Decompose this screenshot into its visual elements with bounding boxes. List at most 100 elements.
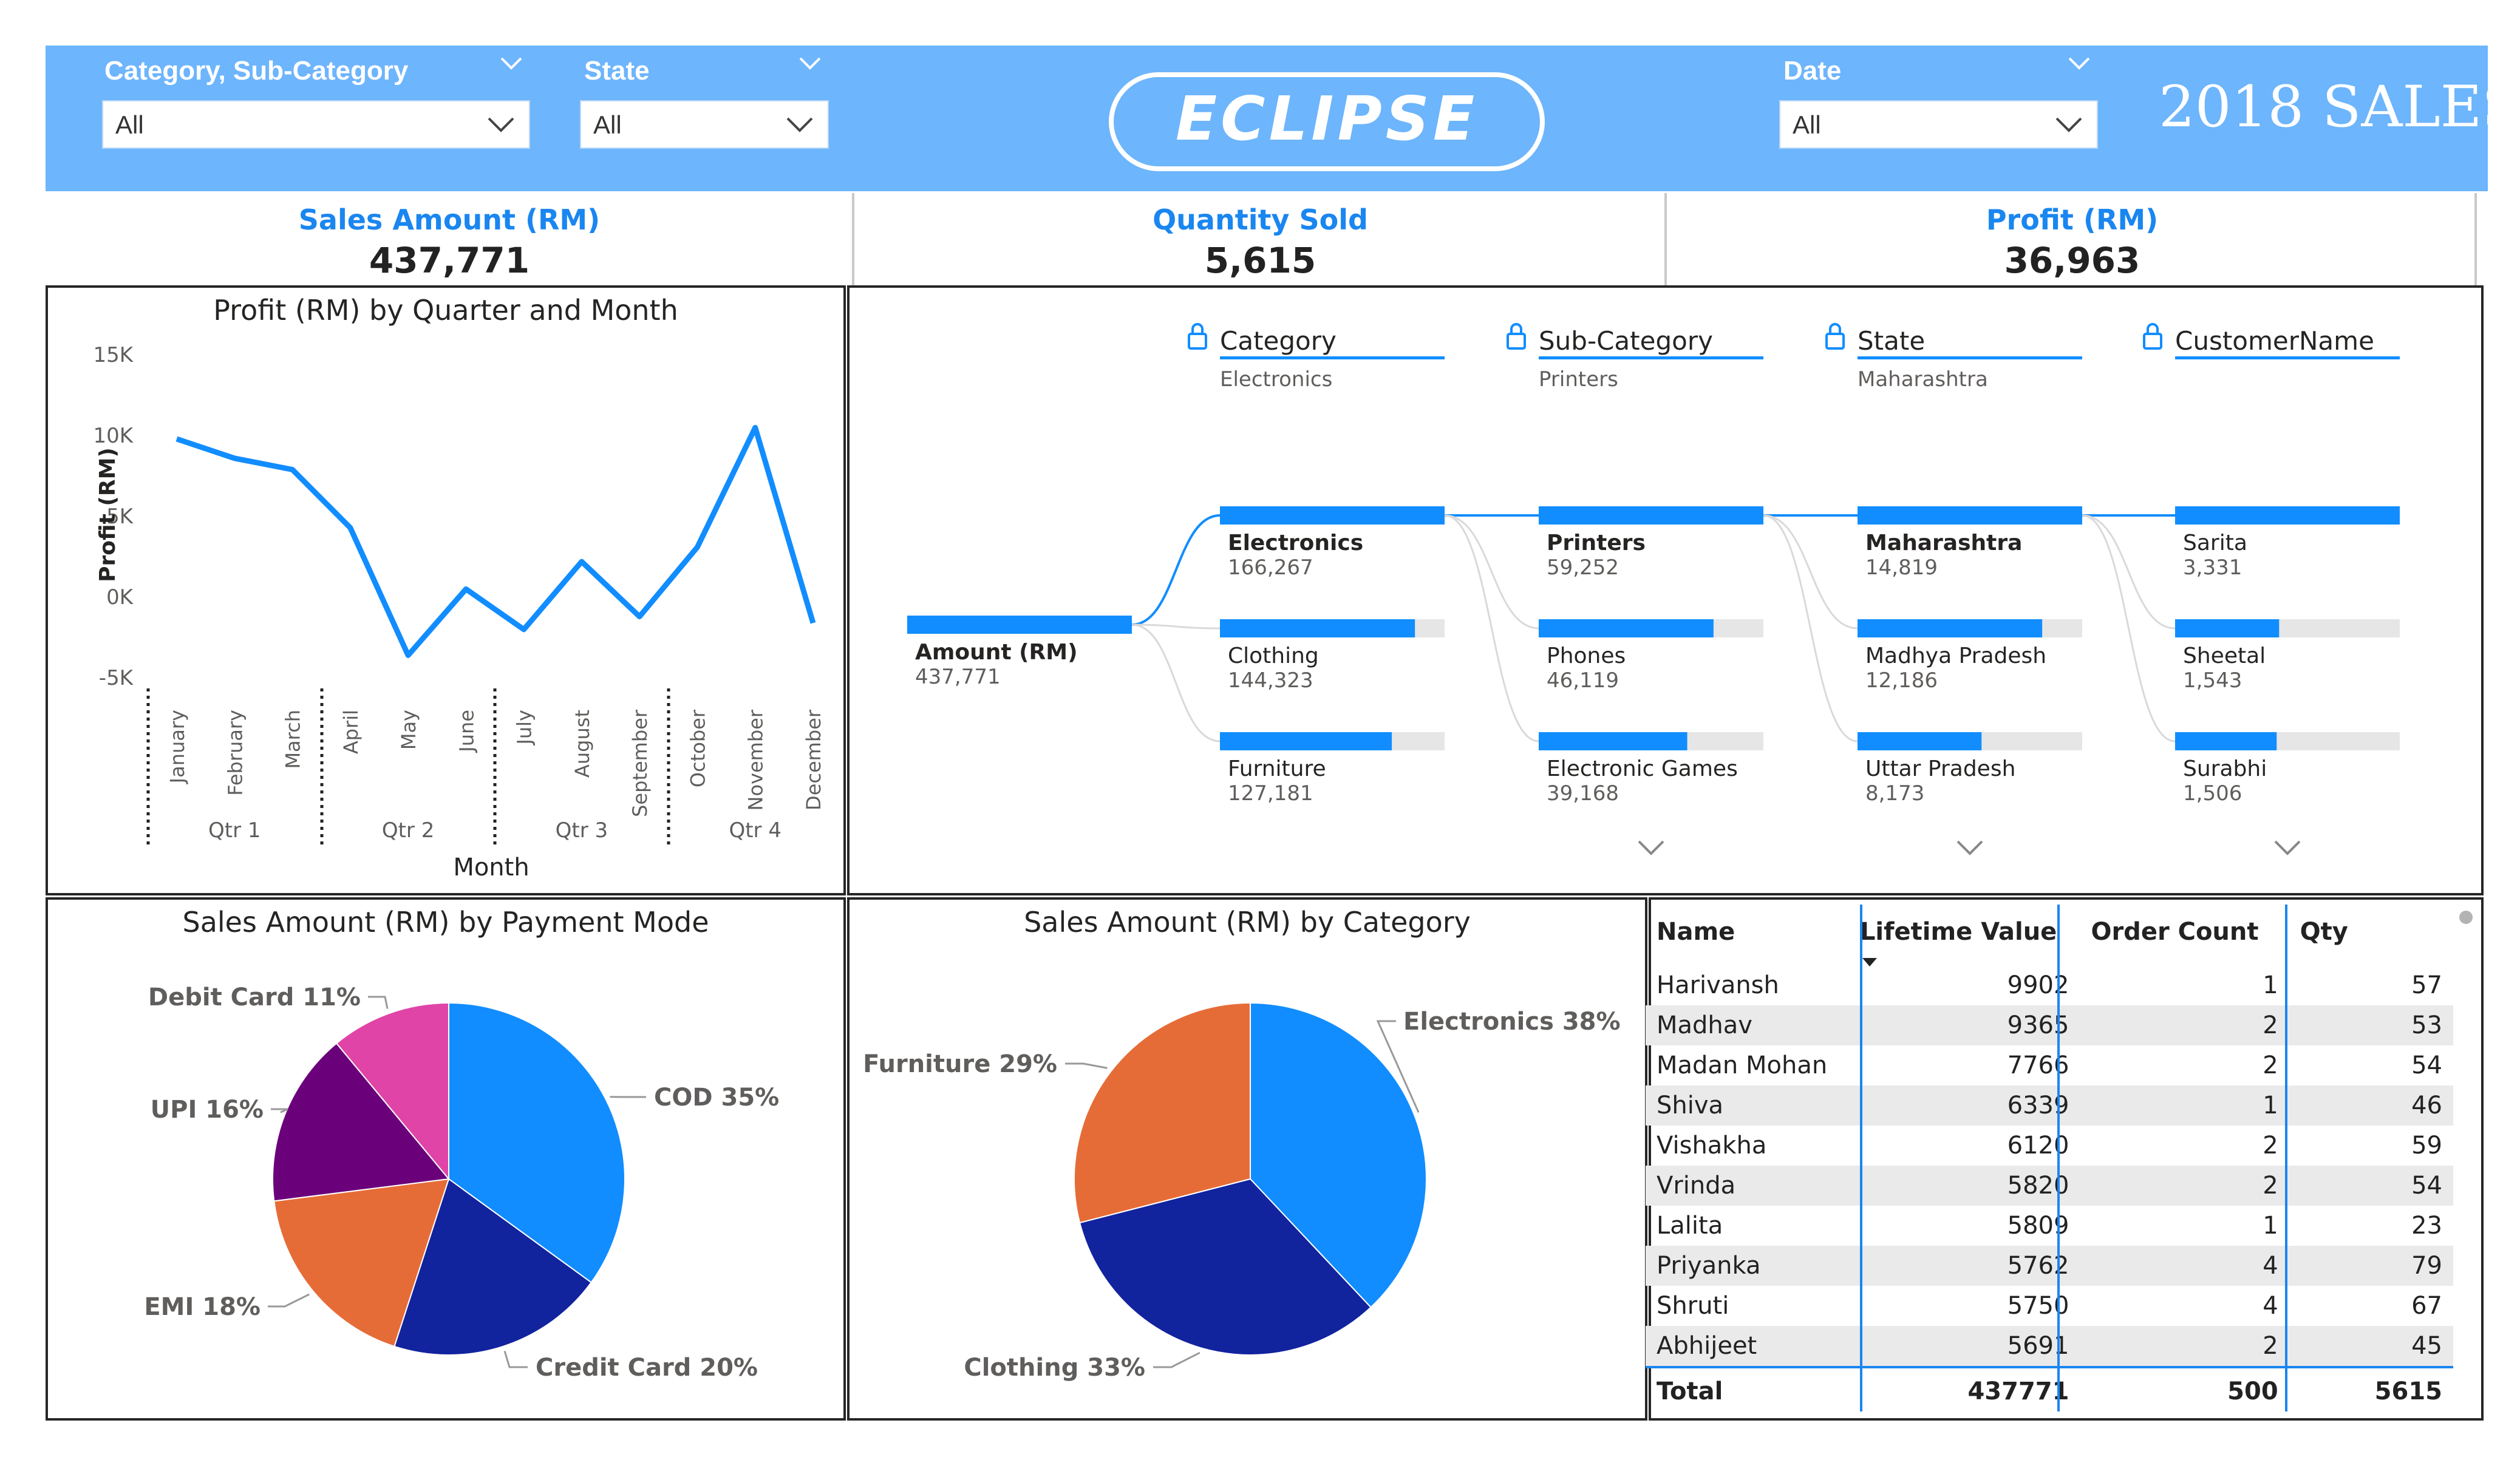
decomp-level-header[interactable]: State <box>1858 326 1925 356</box>
table-row[interactable]: Vrinda 5820 2 54 <box>1646 1166 2453 1206</box>
chevron-down-icon[interactable] <box>2274 840 2301 855</box>
pie-slice-label: Debit Card 11% <box>148 983 361 1011</box>
decomp-level-header[interactable]: Sub-Category <box>1539 326 1713 356</box>
cell-qty: 45 <box>2289 1326 2453 1367</box>
total-label: Total <box>1646 1366 1849 1415</box>
scrollbar-thumb[interactable] <box>2459 911 2473 924</box>
slicer-state-label: State <box>584 56 650 86</box>
decomp-level-title: Category <box>1220 326 1337 356</box>
slicer-category-value: All <box>115 110 144 139</box>
chevron-down-icon[interactable] <box>498 50 525 83</box>
pie-slice-label: COD 35% <box>654 1084 779 1112</box>
decomp-level-title: CustomerName <box>2175 326 2374 356</box>
chevron-down-icon[interactable] <box>2066 50 2093 83</box>
cell-order-count: 1 <box>2263 1212 2278 1240</box>
cell-qty: 54 <box>2411 1051 2442 1079</box>
cell-order-count: 1 <box>2263 971 2278 999</box>
decomp-level-title: Sub-Category <box>1539 326 1713 356</box>
decomp-level-header[interactable]: CustomerName <box>2175 326 2374 356</box>
category-pie-chart: Electronics 38% Clothing 33% Furniture 29% <box>863 1002 1621 1382</box>
table-row[interactable]: Abhijeet 5691 2 45 <box>1646 1326 2453 1367</box>
decomp-node-name: Electronic Games <box>1547 756 1738 781</box>
decomp-bar <box>2175 732 2277 750</box>
decomp-bar <box>1539 732 1687 750</box>
profit-line-chart: -5K0K5K10K15KProfit (RM)January February M… <box>93 343 825 881</box>
lock-icon <box>2143 323 2162 350</box>
lock-shackle <box>1829 323 1841 334</box>
table-row[interactable]: Lalita 5809 1 23 <box>1646 1206 2453 1246</box>
pie-slice-label: Furniture 29% <box>863 1050 1057 1078</box>
table-row[interactable]: Vishakha 6120 2 59 <box>1646 1126 2453 1166</box>
kpi-sales-card: Sales Amount (RM) 437,771 <box>46 203 853 285</box>
cell-order-count: 2 <box>2080 1166 2289 1206</box>
column-header-name[interactable]: Name <box>1646 898 1849 965</box>
month-tick-label: October <box>686 709 709 787</box>
decomp-level-underline <box>1858 356 2082 359</box>
decomp-bar <box>1220 506 1445 525</box>
quarter-label: Qtr 4 <box>729 818 782 843</box>
cell-name: Vishakha <box>1657 1132 1767 1160</box>
table-row[interactable]: Shiva 6339 1 46 <box>1646 1085 2453 1126</box>
month-tick-label: April <box>339 710 363 754</box>
decomp-bar <box>1858 619 2043 637</box>
month-tick-label: November <box>744 709 768 810</box>
sort-descending-icon[interactable] <box>1861 946 1878 974</box>
decomp-level-underline <box>1220 356 1445 359</box>
column-header-qty[interactable]: Qty <box>2289 898 2453 965</box>
decomposition-tree[interactable]: Category Electronics Sub-Category Printers S… <box>850 288 2481 893</box>
decomp-node-name: Madhya Pradesh <box>1865 644 2046 668</box>
slicer-date-dropdown[interactable]: All <box>1779 100 2098 149</box>
y-tick-label: -5K <box>99 666 134 690</box>
decomp-root-value: 437,771 <box>915 665 1001 689</box>
month-tick-label: June <box>455 710 478 753</box>
decomp-node-name: Clothing <box>1228 644 1319 668</box>
decomp-level-header[interactable]: Category <box>1220 326 1337 356</box>
decomp-connector <box>1444 514 1539 742</box>
month-tick-label: July <box>513 710 536 746</box>
column-divider[interactable] <box>1860 905 1862 1411</box>
column-header-lifetime-value[interactable]: Lifetime Value <box>1849 898 2080 966</box>
pie-leader-line <box>1065 1062 1108 1069</box>
decomp-node-name: Sarita <box>2183 531 2247 555</box>
slicer-category-dropdown[interactable]: All <box>102 100 530 149</box>
column-header-order-count[interactable]: Order Count <box>2080 898 2289 965</box>
cell-order-count: 2 <box>2263 1132 2278 1160</box>
decomp-node-name: Surabhi <box>2183 756 2267 781</box>
lock-body <box>2143 333 2162 350</box>
lock-icon <box>1188 323 1207 350</box>
decomp-node-value: 8,173 <box>1865 781 1924 806</box>
slicer-state-dropdown[interactable]: All <box>580 100 829 149</box>
table-row[interactable]: Shruti 5750 4 67 <box>1646 1286 2453 1326</box>
decomp-node-value: 14,819 <box>1865 555 1938 580</box>
table-row[interactable]: Priyanka 5762 4 79 <box>1646 1246 2453 1286</box>
table-row[interactable]: Madan Mohan 7766 2 54 <box>1646 1045 2453 1085</box>
svg-text:ECLIPSE: ECLIPSE <box>1176 83 1478 154</box>
chevron-down-icon <box>2052 101 2086 150</box>
column-divider[interactable] <box>2285 905 2287 1411</box>
decomp-level-underline <box>2175 356 2400 359</box>
pie-slice-label: Clothing 33% <box>964 1354 1145 1382</box>
decomp-node-value: 3,331 <box>2183 555 2242 580</box>
chevron-down-icon[interactable] <box>1956 840 1983 855</box>
slicer-date-value: All <box>1793 110 1821 139</box>
quarter-label: Qtr 1 <box>208 818 261 843</box>
chevron-down-icon[interactable] <box>1638 840 1664 855</box>
month-tick-label: December <box>802 709 825 810</box>
lock-shackle <box>2147 323 2159 334</box>
x-axis-title: Month <box>453 854 529 881</box>
table-row[interactable]: Harivansh 9902 1 57 <box>1646 965 2453 1005</box>
customer-table: Name Lifetime Value Order Count Qty Hari… <box>1646 898 2453 1415</box>
payment-pie-panel: Sales Amount (RM) by Payment Mode COD 35… <box>46 897 846 1421</box>
table-row[interactable]: Madhav 9365 2 53 <box>1646 1005 2453 1045</box>
cell-order-count: 1 <box>2080 1085 2289 1126</box>
cell-lifetime-value: 6120 <box>2007 1132 2069 1160</box>
chevron-down-icon[interactable] <box>797 50 823 83</box>
column-divider[interactable] <box>2057 905 2060 1411</box>
cell-name: Priyanka <box>1646 1246 1849 1286</box>
decomp-root-bar <box>907 616 1132 634</box>
pie-slice-label: Electronics 38% <box>1403 1008 1621 1036</box>
decomp-bar <box>1220 732 1392 750</box>
decomp-connector <box>1763 514 1858 630</box>
decomp-level-selected: Electronics <box>1220 367 1332 392</box>
decomposition-tree-panel: Category Electronics Sub-Category Printers S… <box>847 285 2484 895</box>
